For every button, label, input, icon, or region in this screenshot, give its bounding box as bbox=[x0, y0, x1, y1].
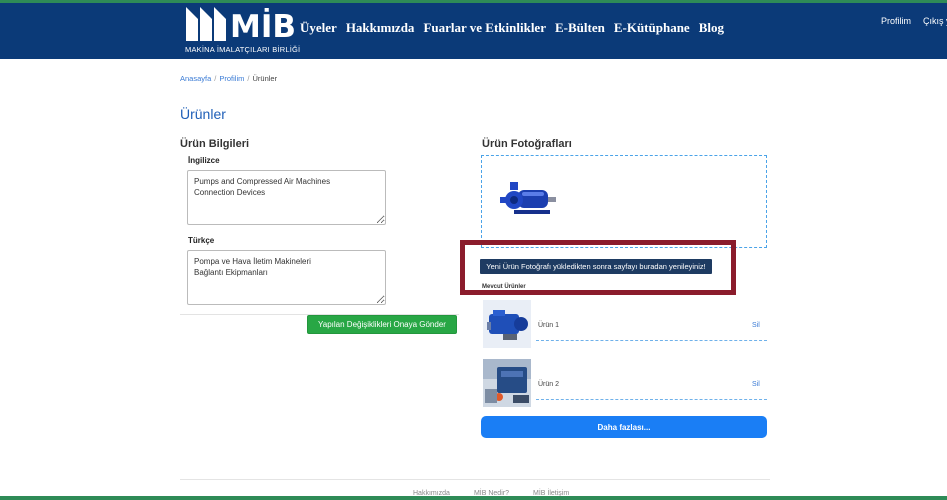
product-thumbnail-2 bbox=[483, 359, 531, 407]
breadcrumb-home[interactable]: Anasayfa bbox=[180, 74, 211, 83]
product-separator bbox=[536, 340, 767, 341]
logo-mark-icon bbox=[186, 7, 226, 41]
english-label: İngilizce bbox=[188, 156, 220, 165]
product-info-title: Ürün Bilgileri bbox=[180, 138, 250, 150]
site-logo[interactable]: MİB MAKİNA İMALATÇILARI BİRLİĞİ bbox=[184, 5, 300, 57]
logout-link[interactable]: Çıkış yap bbox=[923, 16, 947, 26]
turkish-label: Türkçe bbox=[188, 236, 215, 245]
breadcrumb-separator: / bbox=[247, 74, 250, 83]
profile-link[interactable]: Profilim bbox=[881, 16, 911, 26]
user-nav: Profilim Çıkış yap bbox=[881, 16, 947, 26]
pump-photo-icon bbox=[500, 182, 556, 214]
footer-divider bbox=[180, 479, 770, 480]
english-textarea[interactable]: Pumps and Compressed Air Machines Connec… bbox=[187, 170, 386, 225]
nav-item-hakkimizda[interactable]: Hakkımızda bbox=[346, 20, 415, 36]
breadcrumb: Anasayfa / Profilim / Ürünler bbox=[180, 74, 277, 83]
product-separator bbox=[536, 399, 767, 400]
breadcrumb-profile[interactable]: Profilim bbox=[219, 74, 244, 83]
product-item: Ürün 1 Sil bbox=[482, 300, 767, 348]
delete-product-link[interactable]: Sil bbox=[752, 381, 760, 388]
bottom-accent-line bbox=[0, 496, 947, 500]
refresh-page-button[interactable]: Yeni Ürün Fotoğrafı yükledikten sonra sa… bbox=[480, 259, 712, 274]
logo-text: MİB bbox=[230, 9, 297, 45]
product-photos-title: Ürün Fotoğrafları bbox=[482, 138, 572, 150]
submit-changes-button[interactable]: Yapılan Değişiklikleri Onaya Gönder bbox=[307, 315, 457, 334]
nav-item-ebulten[interactable]: E-Bülten bbox=[555, 20, 605, 36]
navbar: MİB MAKİNA İMALATÇILARI BİRLİĞİ Üyeler H… bbox=[0, 3, 947, 59]
product-name: Ürün 2 bbox=[538, 381, 560, 388]
breadcrumb-current: Ürünler bbox=[252, 74, 278, 83]
breadcrumb-separator: / bbox=[214, 74, 217, 83]
nav-item-blog[interactable]: Blog bbox=[699, 20, 724, 36]
product-item: Ürün 2 Sil bbox=[482, 359, 767, 407]
product-thumbnail-1 bbox=[483, 300, 531, 348]
main-nav: Üyeler Hakkımızda Fuarlar ve Etkinlikler… bbox=[300, 20, 724, 36]
product-name: Ürün 1 bbox=[538, 322, 560, 329]
existing-products-label: Mevcut Ürünler bbox=[482, 284, 526, 290]
turkish-textarea[interactable]: Pompa ve Hava İletim Makineleri Bağlantı… bbox=[187, 250, 386, 305]
nav-item-uyeler[interactable]: Üyeler bbox=[300, 20, 337, 36]
page-title: Ürünler bbox=[180, 106, 226, 122]
delete-product-link[interactable]: Sil bbox=[752, 322, 760, 329]
nav-item-ekutuphane[interactable]: E-Kütüphane bbox=[614, 20, 690, 36]
nav-item-fuarlar[interactable]: Fuarlar ve Etkinlikler bbox=[423, 20, 546, 36]
load-more-button[interactable]: Daha fazlası... bbox=[481, 416, 767, 438]
logo-subtitle: MAKİNA İMALATÇILARI BİRLİĞİ bbox=[185, 45, 301, 54]
